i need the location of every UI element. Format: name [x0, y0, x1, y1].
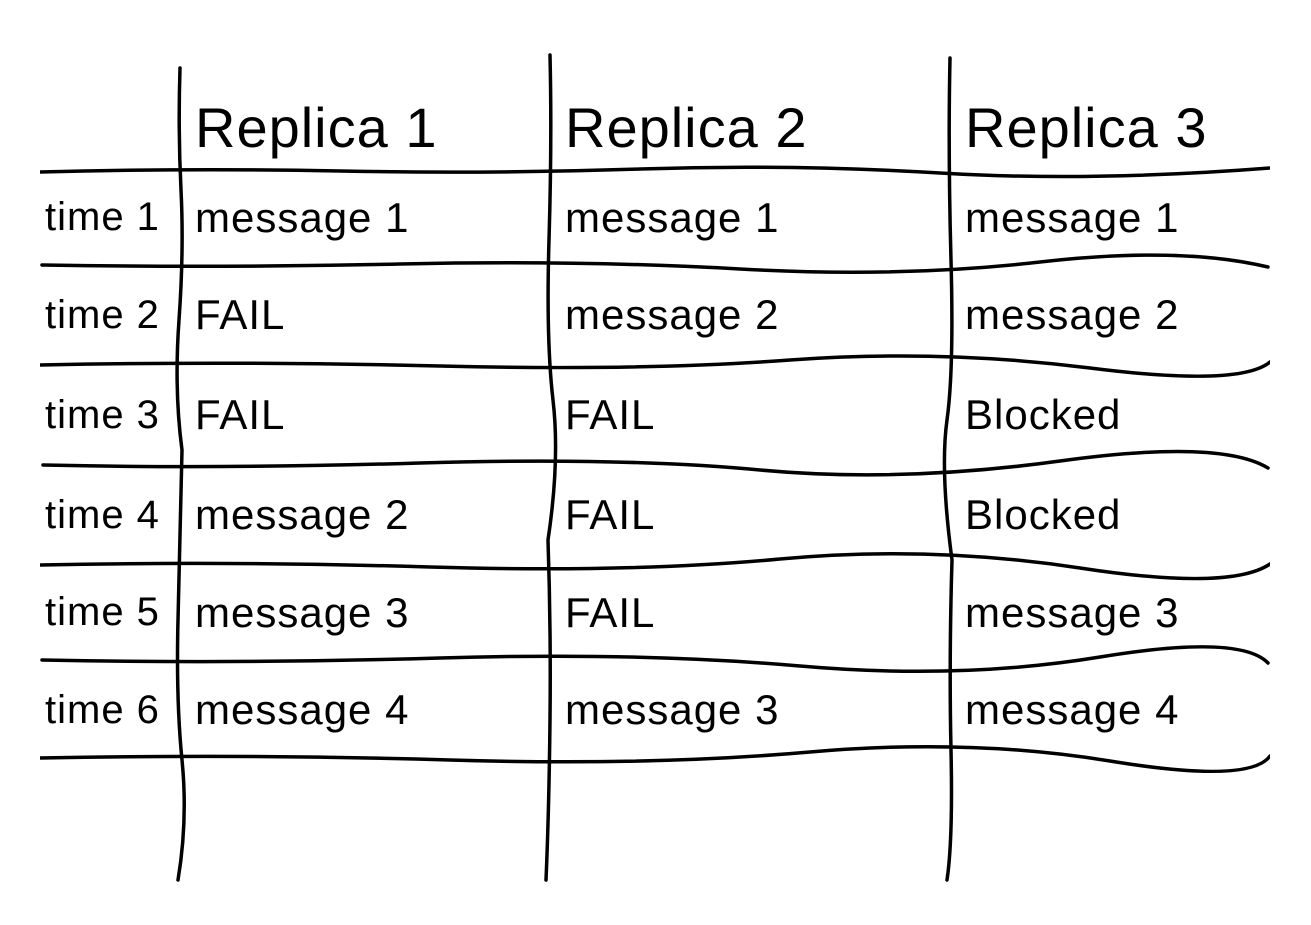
row-label-time3: time 3 [40, 365, 180, 465]
cell-t1-r1: message 1 [180, 170, 550, 265]
cell-t2-r3: message 2 [950, 265, 1270, 365]
table-grid: Replica 1 Replica 2 Replica 3 time 1 mes… [40, 40, 1270, 840]
cell-t6-r1: message 4 [180, 660, 550, 760]
cell-t5-r3: message 3 [950, 565, 1270, 660]
cell-t2-r2: message 2 [550, 265, 950, 365]
cell-t6-r2: message 3 [550, 660, 950, 760]
cell-t1-r2: message 1 [550, 170, 950, 265]
row-label-time4: time 4 [40, 465, 180, 565]
row-label-time6: time 6 [40, 660, 180, 760]
cell-t3-r3: Blocked [950, 365, 1270, 465]
cell-t4-r2: FAIL [550, 465, 950, 565]
cell-t2-r1: FAIL [180, 265, 550, 365]
row-label-time2: time 2 [40, 265, 180, 365]
column-header-replica-2: Replica 2 [550, 40, 950, 170]
column-header-replica-3: Replica 3 [950, 40, 1270, 170]
row-label-time1: time 1 [40, 170, 180, 265]
column-header-replica-1: Replica 1 [180, 40, 550, 170]
replica-timeline-table: Replica 1 Replica 2 Replica 3 time 1 mes… [40, 40, 1270, 885]
corner-cell [40, 40, 180, 170]
cell-t6-r3: message 4 [950, 660, 1270, 760]
cell-t1-r3: message 1 [950, 170, 1270, 265]
cell-t5-r1: message 3 [180, 565, 550, 660]
cell-t3-r1: FAIL [180, 365, 550, 465]
cell-t5-r2: FAIL [550, 565, 950, 660]
cell-t3-r2: FAIL [550, 365, 950, 465]
row-label-time5: time 5 [40, 565, 180, 660]
cell-t4-r3: Blocked [950, 465, 1270, 565]
cell-t4-r1: message 2 [180, 465, 550, 565]
